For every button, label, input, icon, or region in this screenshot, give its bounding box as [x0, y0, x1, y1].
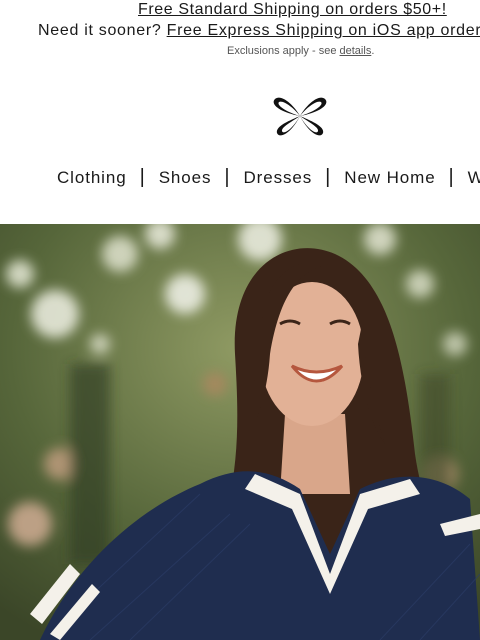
butterfly-logo-icon[interactable] [271, 94, 329, 138]
nav-item-shoes[interactable]: Shoes [159, 168, 212, 188]
exclusions-period: . [371, 45, 375, 57]
nav-item-we[interactable]: We [468, 168, 480, 188]
nav-item-new-home[interactable]: New Home [344, 168, 435, 188]
promo-banner-standard: Free Standard Shipping on orders $50+! [0, 0, 480, 20]
nav-separator: | [139, 166, 146, 188]
nav-item-clothing[interactable]: Clothing [57, 168, 127, 188]
nav-separator: | [224, 166, 231, 188]
standard-shipping-link[interactable]: Free Standard Shipping on orders $50+! [138, 1, 447, 19]
nav-separator: | [325, 166, 332, 188]
need-it-sooner-text: Need it sooner? [38, 22, 162, 39]
hero-image[interactable] [0, 224, 480, 640]
express-shipping-link[interactable]: Free Express Shipping on iOS app orders [167, 22, 480, 39]
nav-item-dresses[interactable]: Dresses [244, 168, 313, 188]
details-link[interactable]: details [340, 45, 372, 57]
promo-banner-express: Need it sooner? Free Express Shipping on… [38, 22, 480, 40]
nav-separator: | [448, 166, 455, 188]
exclusions-text: Exclusions apply - see [227, 45, 337, 57]
category-nav: Clothing | Shoes | Dresses | New Home | … [57, 166, 480, 189]
